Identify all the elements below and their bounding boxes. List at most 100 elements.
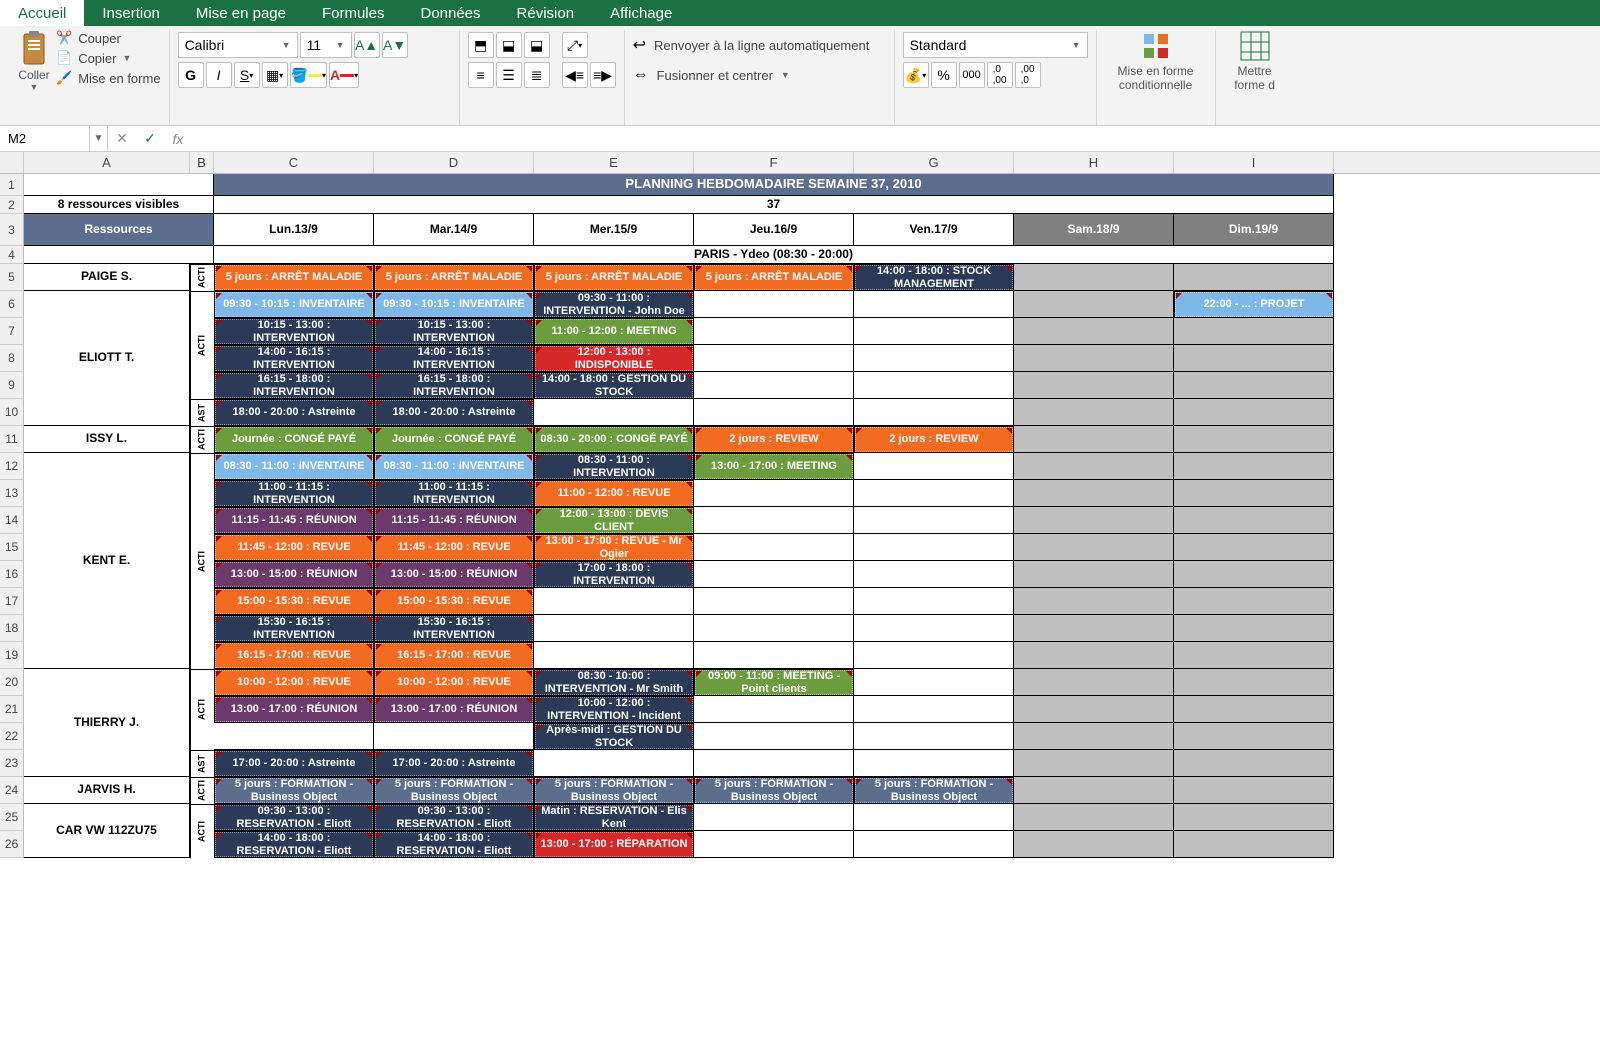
event[interactable]: 14:00 - 16:15 : INTERVENTION: [375, 346, 533, 371]
row-header[interactable]: 10: [0, 399, 24, 426]
bold-button[interactable]: G: [178, 62, 204, 88]
event[interactable]: 09:30 - 13:00 : RESERVATION - Eliott: [215, 805, 373, 830]
cell[interactable]: [1014, 669, 1174, 696]
event[interactable]: 09:00 - 11:00 : MEETING - Point clients: [695, 670, 853, 695]
cell[interactable]: [1174, 507, 1334, 534]
cell[interactable]: [1174, 777, 1334, 804]
fill-color-button[interactable]: 🪣▾: [290, 62, 327, 88]
cell[interactable]: [214, 723, 374, 750]
cell[interactable]: [1014, 426, 1174, 453]
event[interactable]: 5 jours : ARRÊT MALADIE: [375, 265, 533, 290]
event[interactable]: 15:30 - 16:15 : INTERVENTION: [375, 616, 533, 641]
format-table-button[interactable]: Mettre forme d: [1224, 30, 1286, 92]
row-header[interactable]: 1: [0, 174, 24, 196]
align-right-button[interactable]: ≣: [524, 62, 550, 88]
cell[interactable]: [1014, 372, 1174, 399]
cell[interactable]: [694, 642, 854, 669]
cell[interactable]: [1014, 480, 1174, 507]
event[interactable]: 16:15 - 18:00 : INTERVENTION: [375, 373, 533, 398]
event[interactable]: 16:15 - 17:00 : REVUE: [375, 643, 533, 668]
event[interactable]: 09:30 - 10:15 : INVENTAIRE: [375, 292, 533, 317]
row-header[interactable]: 5: [0, 264, 24, 291]
formula-input[interactable]: [192, 131, 1600, 146]
cell[interactable]: [1014, 642, 1174, 669]
row-header[interactable]: 20: [0, 669, 24, 696]
decrease-font-button[interactable]: A▼: [382, 32, 408, 58]
cell[interactable]: [854, 372, 1014, 399]
col-header-B[interactable]: B: [190, 152, 214, 173]
align-bottom-button[interactable]: ⬓: [524, 32, 550, 58]
tab-accueil[interactable]: Accueil: [0, 0, 84, 26]
row-header[interactable]: 14: [0, 507, 24, 534]
cell[interactable]: [854, 804, 1014, 831]
event[interactable]: Après-midi : GESTION DU STOCK: [535, 724, 693, 749]
cell[interactable]: [694, 831, 854, 858]
number-format-select[interactable]: Standard▼: [903, 32, 1088, 58]
cell[interactable]: [694, 399, 854, 426]
event[interactable]: 22:00 - ... : PROJET: [1175, 292, 1333, 317]
col-header-I[interactable]: I: [1174, 152, 1334, 173]
cell[interactable]: [1174, 669, 1334, 696]
col-header-C[interactable]: C: [214, 152, 374, 173]
decrease-indent-button[interactable]: ◀≡: [562, 62, 588, 88]
cell[interactable]: [1174, 372, 1334, 399]
cell[interactable]: [694, 318, 854, 345]
tab-revision[interactable]: Révision: [499, 0, 593, 26]
namebox-dropdown[interactable]: ▼: [90, 126, 108, 151]
cell[interactable]: [854, 345, 1014, 372]
cell[interactable]: [854, 696, 1014, 723]
cell[interactable]: [1174, 534, 1334, 561]
event[interactable]: 5 jours : FORMATION - Business Object: [535, 778, 693, 803]
col-header-H[interactable]: H: [1014, 152, 1174, 173]
event[interactable]: 14:00 - 18:00 : STOCK MANAGEMENT: [855, 265, 1013, 290]
event[interactable]: 13:00 - 15:00 : RÉUNION: [375, 562, 533, 587]
event[interactable]: 13:00 - 17:00 : REVUE - Mr Ogier: [535, 535, 693, 560]
cell[interactable]: [1014, 561, 1174, 588]
cell[interactable]: [1174, 480, 1334, 507]
event[interactable]: 10:00 - 12:00 : REVUE: [375, 670, 533, 695]
tab-donnees[interactable]: Données: [402, 0, 498, 26]
cell[interactable]: [1174, 399, 1334, 426]
event[interactable]: 15:00 - 15:30 : REVUE: [375, 589, 533, 614]
event[interactable]: Journée : CONGÉ PAYÉ: [215, 427, 373, 452]
event[interactable]: 5 jours : ARRÊT MALADIE: [215, 265, 373, 290]
cell[interactable]: [854, 318, 1014, 345]
cell[interactable]: [1174, 264, 1334, 291]
event[interactable]: 2 jours : REVIEW: [695, 427, 853, 452]
cell[interactable]: [694, 291, 854, 318]
row-header[interactable]: 24: [0, 777, 24, 804]
cell[interactable]: [534, 642, 694, 669]
row-header[interactable]: 3: [0, 214, 24, 246]
tab-affichage[interactable]: Affichage: [592, 0, 690, 26]
row-header[interactable]: 22: [0, 723, 24, 750]
cell[interactable]: [854, 480, 1014, 507]
cell[interactable]: [534, 588, 694, 615]
row-header[interactable]: 17: [0, 588, 24, 615]
event[interactable]: 08:30 - 11:00 : INTERVENTION: [535, 454, 693, 479]
tab-formules[interactable]: Formules: [304, 0, 403, 26]
size-select[interactable]: 11▼: [300, 32, 352, 58]
cell[interactable]: [1174, 345, 1334, 372]
cut-button[interactable]: ✂️Couper: [56, 30, 161, 46]
italic-button[interactable]: I: [206, 62, 232, 88]
cell[interactable]: [854, 291, 1014, 318]
row-header[interactable]: 26: [0, 831, 24, 858]
event[interactable]: 11:00 - 11:15 : INTERVENTION: [375, 481, 533, 506]
cell[interactable]: [854, 561, 1014, 588]
row-header[interactable]: 18: [0, 615, 24, 642]
row-header[interactable]: 21: [0, 696, 24, 723]
col-header-E[interactable]: E: [534, 152, 694, 173]
orientation-button[interactable]: ⤢▾: [562, 32, 588, 58]
event[interactable]: 14:00 - 18:00 : GESTION DU STOCK: [535, 373, 693, 398]
row-header[interactable]: 15: [0, 534, 24, 561]
paste-button[interactable]: Coller ▼: [18, 30, 50, 92]
cancel-icon[interactable]: ✕: [108, 130, 136, 147]
event[interactable]: 12:00 - 13:00 : INDISPONIBLE: [535, 346, 693, 371]
cell[interactable]: [1014, 264, 1174, 291]
confirm-icon[interactable]: ✓: [136, 130, 164, 147]
cell[interactable]: [1174, 723, 1334, 750]
wrap-text-button[interactable]: Renvoyer à la ligne automatiquement: [654, 38, 869, 53]
cell[interactable]: [1014, 750, 1174, 777]
event[interactable]: 14:00 - 18:00 : RESERVATION - Eliott: [375, 832, 533, 857]
event[interactable]: 17:00 - 18:00 : INTERVENTION: [535, 562, 693, 587]
